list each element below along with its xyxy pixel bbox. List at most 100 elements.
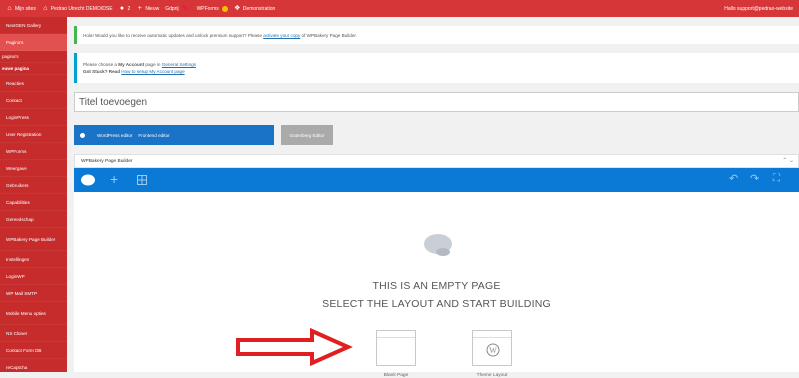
sidebar-item-label: NextGEN Gallery (6, 22, 42, 28)
sidebar-item-label: WPBakery Page Builder (6, 236, 56, 242)
fullscreen-icon[interactable]: ⛶ (773, 173, 780, 184)
undo-icon[interactable]: ↶ (729, 172, 738, 185)
marker-icon: ✎ (182, 5, 188, 12)
sidebar-item-contact[interactable]: Contact (0, 92, 67, 109)
empty-page-heading: THIS IS AN EMPTY PAGE (372, 280, 501, 292)
wpforms-link[interactable]: WPForms (197, 5, 228, 12)
theme-layout-template[interactable]: W (472, 330, 512, 366)
sidebar-item-label: euwe pagina (2, 66, 30, 71)
editor-switch-bar: WordPress editor Frontend editor (74, 125, 274, 145)
sidebar-item-label: WP Mail SMTP (6, 290, 38, 296)
sidebar-item-label: Capabilities (6, 199, 30, 205)
sidebar-item-settings[interactable]: Instellingen (0, 251, 67, 268)
sidebar-item-loginwp[interactable]: LoginWP (0, 268, 67, 285)
sidebar-item-label: Gebruikers (6, 182, 29, 188)
notice-line-1: Please choose a My Account page in Gener… (83, 62, 799, 67)
template-header-bar (377, 331, 415, 338)
frontend-editor-button[interactable]: Frontend editor (138, 133, 169, 138)
demonstration-label: Demonstration (242, 5, 276, 12)
sidebar-item-label: Contact Form DB (6, 347, 42, 353)
sidebar-item-label: Instellingen (6, 256, 30, 262)
sidebar-item-label: Reacties (6, 80, 24, 86)
comments-link[interactable]: ● 2 (119, 5, 130, 12)
sidebar-item-label: Weergave (6, 165, 27, 171)
blank-page-template[interactable] (376, 330, 416, 366)
wordpress-logo-icon: W (486, 343, 500, 357)
sidebar-item-wpbakery[interactable]: WPBakery Page Builder (0, 228, 67, 251)
gutenberg-editor-button[interactable]: Gutenberg Editor (281, 125, 333, 145)
empty-page-subheading: SELECT THE LAYOUT AND START BUILDING (322, 298, 551, 310)
new-label: Nieuw (145, 5, 160, 12)
my-sites-label: Mijn sites (15, 5, 36, 12)
redo-icon[interactable]: ↷ (750, 172, 759, 185)
gdpr-link[interactable]: Gdprij ✎ (165, 5, 190, 12)
my-sites-link[interactable]: ⌂ Mijn sites (6, 5, 36, 12)
page-builder-canvas: THIS IS AN EMPTY PAGE SELECT THE LAYOUT … (74, 192, 799, 378)
theme-layout-label[interactable]: Theme Layout (462, 373, 522, 378)
update-notice: Hola! Would you like to receive automati… (74, 26, 799, 44)
templates-grid-icon[interactable] (137, 175, 147, 185)
sidebar-item-loginpress[interactable]: LoginPress (0, 109, 67, 126)
sidebar-subitem-new-page[interactable]: euwe pagina (0, 63, 67, 75)
sidebar-item-appearance[interactable]: Weergave (0, 160, 67, 177)
blank-page-label[interactable]: Blank Page (366, 373, 426, 378)
sidebar-item-ns-cloner[interactable]: NS Cloner (0, 325, 67, 342)
collapse-toggle-icon[interactable]: ⌃ ⌄ (782, 157, 794, 164)
main-content: Hola! Would you like to receive automati… (67, 17, 799, 378)
page-builder-toolbar: + ↶ ↷ ⛶ (74, 168, 799, 192)
site-name-label: Pedrao Utrecht DEMO/DSE (50, 5, 113, 12)
setup-guide-link[interactable]: How to setup My Account page (121, 69, 184, 74)
new-link[interactable]: + Nieuw (136, 5, 159, 12)
sidebar-item-label: User Registration (6, 131, 42, 137)
admin-sidebar: NextGEN Gallery Pagina's pagina's euwe p… (0, 17, 67, 376)
sidebar-item-label: NS Cloner (6, 330, 28, 336)
my-account-notice: Please choose a My Account page in Gener… (74, 53, 799, 83)
sidebar-item-nextgen-gallery[interactable]: NextGEN Gallery (0, 17, 67, 34)
title-input[interactable]: Titel toevoegen (74, 92, 799, 112)
sidebar-item-label: Pagina's (6, 39, 24, 45)
site-name-link[interactable]: ⌂ Pedrao Utrecht DEMO/DSE (42, 5, 113, 12)
sidebar-item-user-registration[interactable]: User Registration (0, 126, 67, 143)
sidebar-item-comments[interactable]: Reacties (0, 75, 67, 92)
sidebar-item-label: reCaptcha (6, 364, 28, 370)
palette-icon: ❖ (234, 5, 241, 12)
sidebar-item-contact-form-db[interactable]: Contact Form DB (0, 342, 67, 359)
sidebar-item-wpforms[interactable]: WPForms (0, 143, 67, 160)
activate-link[interactable]: activate your copy (263, 33, 300, 38)
gdpr-label: Gdprij (165, 5, 179, 12)
title-placeholder: Titel toevoegen (79, 96, 148, 108)
sidebar-item-label: LoginWP (6, 273, 25, 279)
sidebar-item-users[interactable]: Gebruikers (0, 177, 67, 194)
notice-bold: My Account (118, 62, 145, 67)
demonstration-link[interactable]: ❖ Demonstration (234, 5, 276, 12)
sidebar-item-wp-mail-smtp[interactable]: WP Mail SMTP (0, 285, 67, 302)
admin-bar: ⌂ Mijn sites ⌂ Pedrao Utrecht DEMO/DSE ●… (0, 0, 799, 17)
sidebar-item-tools[interactable]: Gereedschap (0, 211, 67, 228)
sidebar-item-pages[interactable]: Pagina's (0, 34, 67, 51)
user-greeting[interactable]: Hallo support@pedrao-website (724, 0, 793, 17)
general-settings-link[interactable]: General Settings (162, 62, 196, 67)
sidebar-item-label: Mobile Menu opties (6, 310, 46, 316)
add-element-icon[interactable]: + (110, 171, 118, 187)
red-arrow-icon (236, 327, 353, 367)
sidebar-item-label: LoginPress (6, 114, 29, 120)
wordpress-editor-button[interactable]: WordPress editor (97, 133, 132, 138)
sidebar-item-label: pagina's (2, 54, 19, 59)
user-label: Hallo support@pedrao-website (724, 5, 793, 12)
sidebar-item-recaptcha[interactable]: reCaptcha (0, 359, 67, 376)
notice-tail: of WPBakery Page Builder. (301, 32, 357, 38)
wpbakery-logo-icon[interactable] (80, 173, 96, 187)
svg-text:W: W (489, 346, 497, 355)
sidebar-item-mobile-menu[interactable]: Mobile Menu opties (0, 302, 67, 325)
sidebar-item-capabilities[interactable]: Capabilities (0, 194, 67, 211)
page-builder-header[interactable]: WPBakery Page Builder ⌃ ⌄ (74, 154, 799, 168)
sidebar-subitem-all-pages[interactable]: pagina's (0, 51, 67, 63)
notice-text: page in (145, 62, 161, 67)
comment-icon: ● (119, 5, 125, 12)
plus-icon: + (137, 5, 142, 12)
notice-line-2: Got Stuck? Read How to setup My Account … (83, 69, 799, 74)
template-header-bar (473, 331, 511, 338)
notice-text: Please choose a (83, 62, 117, 67)
gutenberg-label: Gutenberg Editor (289, 132, 325, 138)
cloud-logo-icon (424, 234, 452, 256)
